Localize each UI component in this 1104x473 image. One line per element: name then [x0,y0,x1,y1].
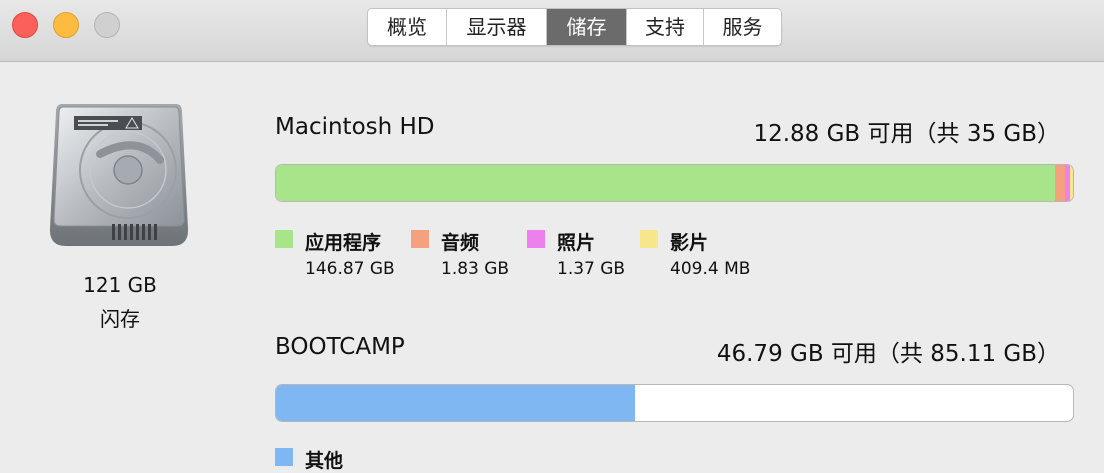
legend-value: 1.83 GB [441,259,510,279]
legend-label: 其他 [305,450,344,472]
tab-storage[interactable]: 储存 [547,9,627,45]
legend-value: 146.87 GB [305,259,395,279]
legend-label: 影片 [670,232,709,254]
legend-swatch [640,230,658,248]
usage-segment-audio [1055,165,1066,201]
tab-bar: 概览 显示器 储存 支持 服务 [367,8,782,46]
volume-name-bootcamp: BOOTCAMP [275,334,405,360]
legend-swatch [275,448,293,466]
volume-available-macintosh-hd: 12.88 GB 可用（共 35 GB） [753,121,1060,147]
device-capacity: 121 GB [83,273,157,297]
usage-bar-macintosh-hd [275,164,1074,202]
usage-segment-apps [276,165,1056,201]
volume-name-macintosh-hd: Macintosh HD [275,114,435,140]
minimize-window-button[interactable] [53,12,79,38]
tab-displays[interactable]: 显示器 [447,9,547,45]
legend-swatch [527,230,545,248]
hard-drive-icon [49,104,189,246]
legend-label: 照片 [557,232,596,254]
tab-service[interactable]: 服务 [704,9,781,45]
tab-support[interactable]: 支持 [627,9,704,45]
legend-value: 1.37 GB [557,259,626,279]
usage-segment-movies [1070,165,1073,201]
legend-swatch [275,230,293,248]
legend-label: 应用程序 [305,232,382,254]
legend-swatch [411,230,429,248]
volume-available-bootcamp: 46.79 GB 可用（共 85.11 GB） [716,341,1060,367]
title-bar: 概览 显示器 储存 支持 服务 [0,0,1104,62]
usage-segment-other [276,385,635,421]
device-type: 闪存 [100,307,140,331]
close-window-button[interactable] [12,12,38,38]
usage-bar-bootcamp [275,384,1074,422]
legend-label: 音频 [441,232,480,254]
legend-value: 409.4 MB [670,259,751,279]
zoom-window-button[interactable] [94,12,120,38]
tab-overview[interactable]: 概览 [368,9,447,45]
